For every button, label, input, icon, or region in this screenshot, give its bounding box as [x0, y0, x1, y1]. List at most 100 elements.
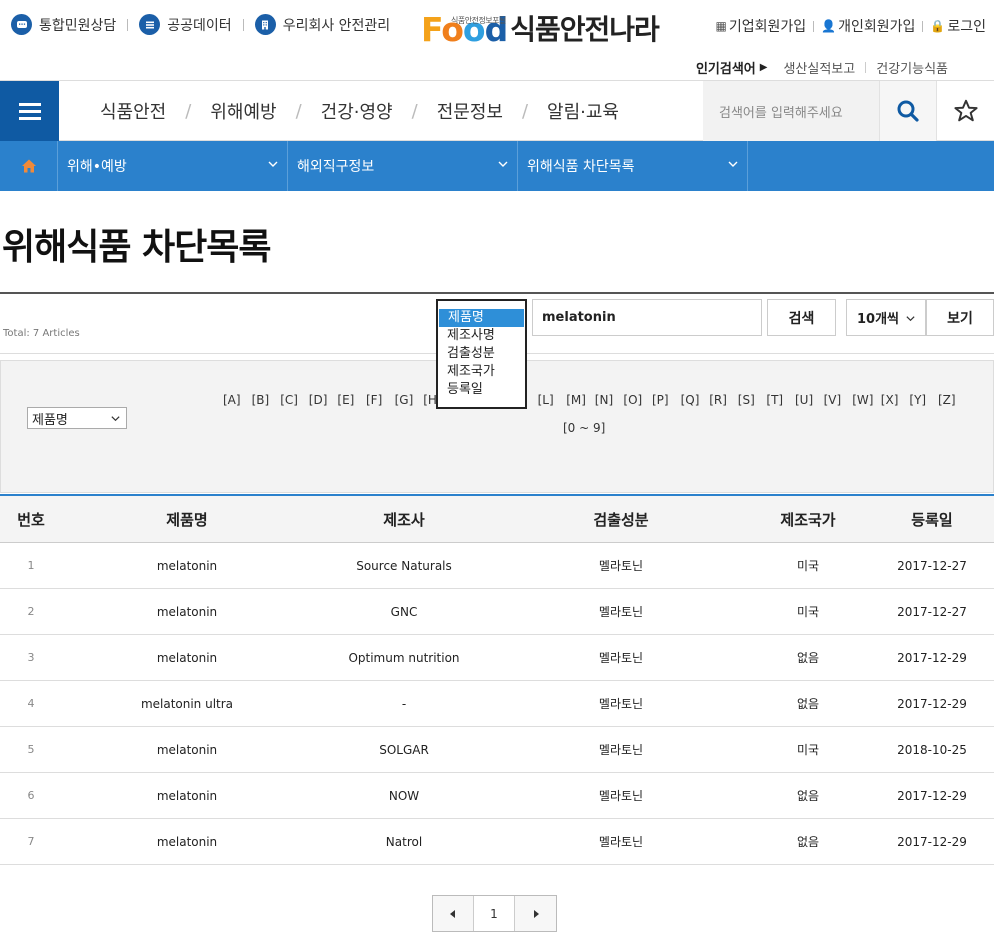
global-search-button[interactable]	[879, 81, 936, 141]
alpha-letter-filter[interactable]: [S]	[738, 393, 755, 407]
gnb-item-notice-education[interactable]: 알림·교육	[547, 98, 619, 124]
alpha-letter-filter[interactable]: [Q]	[681, 393, 700, 407]
cell-country: 없음	[796, 789, 820, 803]
favorite-button[interactable]	[936, 81, 994, 141]
alpha-letter-filter[interactable]: [L]	[538, 393, 554, 407]
alpha-letter-filter[interactable]: [U]	[795, 393, 813, 407]
cell-number: 3	[27, 651, 35, 664]
alpha-letter-filter[interactable]: [T]	[766, 393, 783, 407]
login-link[interactable]: 로그인	[947, 16, 986, 36]
chat-icon	[11, 14, 32, 35]
popular-keyword[interactable]: 생산실적보고	[783, 58, 855, 77]
next-page-button[interactable]	[515, 896, 556, 931]
divider: /	[185, 100, 192, 122]
home-button[interactable]	[0, 141, 58, 191]
alpha-field-select[interactable]: 제품명	[27, 407, 127, 429]
alpha-letter-filter[interactable]: [P]	[652, 393, 669, 407]
gnb-item-hazard-prevention[interactable]: 위해예방	[210, 98, 276, 124]
gnb-menu: 식품안전 / 위해예방 / 건강·영양 / 전문정보 / 알림·교육	[100, 81, 619, 141]
per-page-select[interactable]: 10개씩	[846, 299, 926, 336]
view-button[interactable]: 보기	[926, 299, 994, 336]
util-link-label: 공공데이터	[167, 17, 232, 34]
search-button[interactable]: 검색	[767, 299, 836, 336]
corp-join-link[interactable]: 기업회원가입	[729, 16, 806, 36]
util-link-consult[interactable]: 통합민원상담	[11, 14, 116, 35]
cell-product: melatonin	[156, 742, 218, 757]
alpha-letter-filter[interactable]: [M]	[566, 393, 586, 407]
alpha-letter-filter[interactable]: [W]	[852, 393, 873, 407]
star-icon	[953, 99, 978, 122]
cell-ingredient: 멜라토닌	[598, 651, 644, 665]
global-search-input[interactable]: 검색어를 입력해주세요	[703, 81, 879, 141]
cell-product: melatonin	[156, 558, 218, 573]
gnb-item-health-nutrition[interactable]: 건강·영양	[321, 98, 393, 124]
dropdown-option[interactable]: 제조사명	[438, 327, 525, 345]
alpha-letter-filter[interactable]: [A]	[223, 393, 241, 407]
alpha-letter-filter[interactable]: [V]	[824, 393, 842, 407]
hamburger-icon	[18, 102, 41, 106]
keyword-input[interactable]: melatonin	[532, 299, 762, 336]
table-row[interactable]: 2 melatonin GNC 멜라토닌 미국 2017-12-27	[0, 589, 994, 635]
cell-country: 미국	[796, 605, 820, 619]
alpha-letter-filter[interactable]: [E]	[337, 393, 354, 407]
breadcrumb: 위해•예방 해외직구정보 위해식품 차단목록	[0, 141, 994, 191]
breadcrumb-level-2[interactable]: 해외직구정보	[288, 141, 518, 191]
alpha-letter-filter[interactable]: [C]	[280, 393, 298, 407]
col-header-date: 등록일	[911, 510, 953, 529]
divider	[0, 292, 994, 294]
dropdown-option[interactable]: 제조국가	[438, 363, 525, 381]
prev-page-button[interactable]	[433, 896, 474, 931]
site-logo[interactable]: 식품안전정보포털 Food 식품안전나라	[421, 12, 660, 48]
table-row[interactable]: 4 melatonin ultra - 멜라토닌 없음 2017-12-29	[0, 681, 994, 727]
table-row[interactable]: 3 melatonin Optimum nutrition 멜라토닌 없음 2017-12…	[0, 635, 994, 681]
gnb-item-expert-info[interactable]: 전문정보	[437, 98, 503, 124]
hamburger-menu-button[interactable]	[0, 81, 59, 141]
dropdown-option[interactable]: 등록일	[438, 381, 525, 399]
table-row[interactable]: 1 melatonin Source Naturals 멜라토닌 미국 2017-12-2…	[0, 543, 994, 589]
table-row[interactable]: 5 melatonin SOLGAR 멜라토닌 미국 2018-10-25	[0, 727, 994, 773]
cell-country: 없음	[796, 697, 820, 711]
alpha-digit-filter[interactable]: [0 ~ 9]	[563, 421, 605, 435]
alpha-letter-filter[interactable]: [B]	[252, 393, 270, 407]
divider: /	[295, 100, 302, 122]
alpha-letter-filter[interactable]: [O]	[623, 393, 642, 407]
alpha-letter-filter[interactable]: [D]	[309, 393, 328, 407]
alpha-letter-filter[interactable]: [N]	[595, 393, 613, 407]
popular-keywords: 인기검색어 ▶ 생산실적보고 건강기능식품	[696, 58, 948, 77]
cell-ingredient: 멜라토닌	[598, 835, 644, 849]
cell-number: 5	[27, 743, 35, 756]
corp-icon: ▦	[715, 19, 727, 33]
cell-ingredient: 멜라토닌	[598, 697, 644, 711]
page-number[interactable]: 1	[474, 896, 515, 931]
utility-links-left: 통합민원상담 공공데이터 우리회사 안전관리	[11, 14, 390, 35]
cell-country: 미국	[796, 743, 820, 757]
alpha-letter-filter[interactable]: [R]	[709, 393, 727, 407]
divider	[127, 18, 129, 31]
lock-icon: 🔒	[930, 19, 946, 33]
dropdown-option[interactable]: 검출성분	[438, 345, 525, 363]
cell-maker: Source Naturals	[356, 558, 452, 573]
popular-keyword[interactable]: 건강기능식품	[876, 58, 948, 77]
utility-links-right: ▦ 기업회원가입 👤 개인회원가입 🔒 로그인	[716, 16, 986, 36]
table-row[interactable]: 6 melatonin NOW 멜라토닌 없음 2017-12-29	[0, 773, 994, 819]
alpha-letter-filter[interactable]: [G]	[395, 393, 414, 407]
dropdown-option[interactable]: 제품명	[439, 309, 524, 327]
cell-product: melatonin	[156, 650, 218, 665]
cell-product: melatonin ultra	[140, 696, 234, 711]
alpha-letter-filter[interactable]: [Y]	[909, 393, 926, 407]
alpha-letter-filter[interactable]: [F]	[366, 393, 382, 407]
breadcrumb-level-1[interactable]: 위해•예방	[58, 141, 288, 191]
util-link-label: 통합민원상담	[39, 17, 117, 34]
gnb-item-food-safety[interactable]: 식품안전	[100, 98, 166, 124]
breadcrumb-level-3[interactable]: 위해식품 차단목록	[518, 141, 748, 191]
cell-maker: -	[401, 696, 407, 711]
util-link-public-data[interactable]: 공공데이터	[139, 14, 232, 35]
divider	[813, 20, 815, 32]
table-row[interactable]: 7 melatonin Natrol 멜라토닌 없음 2017-12-29	[0, 819, 994, 865]
per-page-value: 10개씩	[857, 312, 900, 327]
search-field-dropdown[interactable]: 제품명 제조사명 검출성분 제조국가 등록일	[436, 299, 527, 409]
personal-join-link[interactable]: 개인회원가입	[838, 16, 915, 36]
util-link-company-safety[interactable]: 우리회사 안전관리	[254, 14, 390, 35]
alpha-letter-filter[interactable]: [Z]	[938, 393, 956, 407]
alpha-letter-filter[interactable]: [X]	[881, 393, 899, 407]
